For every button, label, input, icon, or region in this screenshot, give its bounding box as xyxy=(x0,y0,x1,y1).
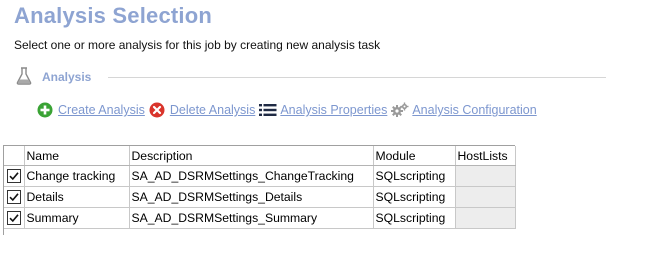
row-checkbox[interactable] xyxy=(6,169,21,184)
cell-hostlists xyxy=(455,186,516,208)
cell-name: Details xyxy=(24,186,130,208)
analysis-toolbar: Create Analysis Delete Analysis Analysis… xyxy=(37,101,541,119)
create-analysis-button[interactable]: Create Analysis xyxy=(37,102,145,118)
analysis-configuration-button[interactable]: Analysis Configuration xyxy=(391,102,537,118)
row-checkbox[interactable] xyxy=(6,211,21,226)
create-analysis-label: Create Analysis xyxy=(58,103,145,117)
cell-hostlists xyxy=(455,165,516,187)
column-header-description[interactable]: Description xyxy=(129,146,374,166)
page-subtitle: Select one or more analysis for this job… xyxy=(14,38,381,52)
row-checkbox-cell[interactable] xyxy=(4,207,25,229)
cell-module: SQLscripting xyxy=(373,186,456,208)
delete-analysis-label: Delete Analysis xyxy=(169,103,256,117)
column-header-select[interactable] xyxy=(4,146,25,166)
checkmark-icon xyxy=(9,172,19,181)
column-header-name[interactable]: Name xyxy=(24,146,130,166)
row-checkbox[interactable] xyxy=(6,190,21,205)
cell-name: Change tracking xyxy=(24,165,130,187)
analysis-properties-label: Analysis Properties xyxy=(280,103,388,117)
section-title: Analysis xyxy=(42,70,92,84)
checkmark-icon xyxy=(9,193,19,202)
cell-description: SA_AD_DSRMSettings_Details xyxy=(129,186,374,208)
checkmark-icon xyxy=(9,214,19,223)
cell-hostlists xyxy=(455,207,516,229)
column-header-module[interactable]: Module xyxy=(373,146,456,166)
column-header-hostlists[interactable]: HostLists xyxy=(455,146,516,166)
delete-analysis-button[interactable]: Delete Analysis xyxy=(149,102,255,118)
cell-description: SA_AD_DSRMSettings_ChangeTracking xyxy=(129,165,374,187)
flask-icon xyxy=(16,67,32,85)
grid-header-row: Name Description Module HostLists xyxy=(4,146,516,166)
cell-description: SA_AD_DSRMSettings_Summary xyxy=(129,207,374,229)
cell-name: Summary xyxy=(24,207,130,229)
analysis-properties-button[interactable]: Analysis Properties xyxy=(259,102,387,118)
analysis-configuration-label: Analysis Configuration xyxy=(412,103,537,117)
table-row[interactable]: Summary SA_AD_DSRMSettings_Summary SQLsc… xyxy=(4,207,516,229)
properties-list-icon xyxy=(259,102,277,118)
section-divider xyxy=(108,77,606,78)
row-checkbox-cell[interactable] xyxy=(4,186,25,208)
gears-icon xyxy=(391,102,409,118)
analysis-grid: Name Description Module HostLists Change… xyxy=(3,145,516,235)
table-row[interactable]: Details SA_AD_DSRMSettings_Details SQLsc… xyxy=(4,186,516,208)
delete-icon xyxy=(149,102,165,118)
row-checkbox-cell[interactable] xyxy=(4,165,25,187)
add-icon xyxy=(37,102,53,118)
cell-module: SQLscripting xyxy=(373,207,456,229)
analysis-section-header: Analysis xyxy=(16,67,606,87)
page-title: Analysis Selection xyxy=(14,3,213,28)
cell-module: SQLscripting xyxy=(373,165,456,187)
table-row[interactable]: Change tracking SA_AD_DSRMSettings_Chang… xyxy=(4,165,516,187)
